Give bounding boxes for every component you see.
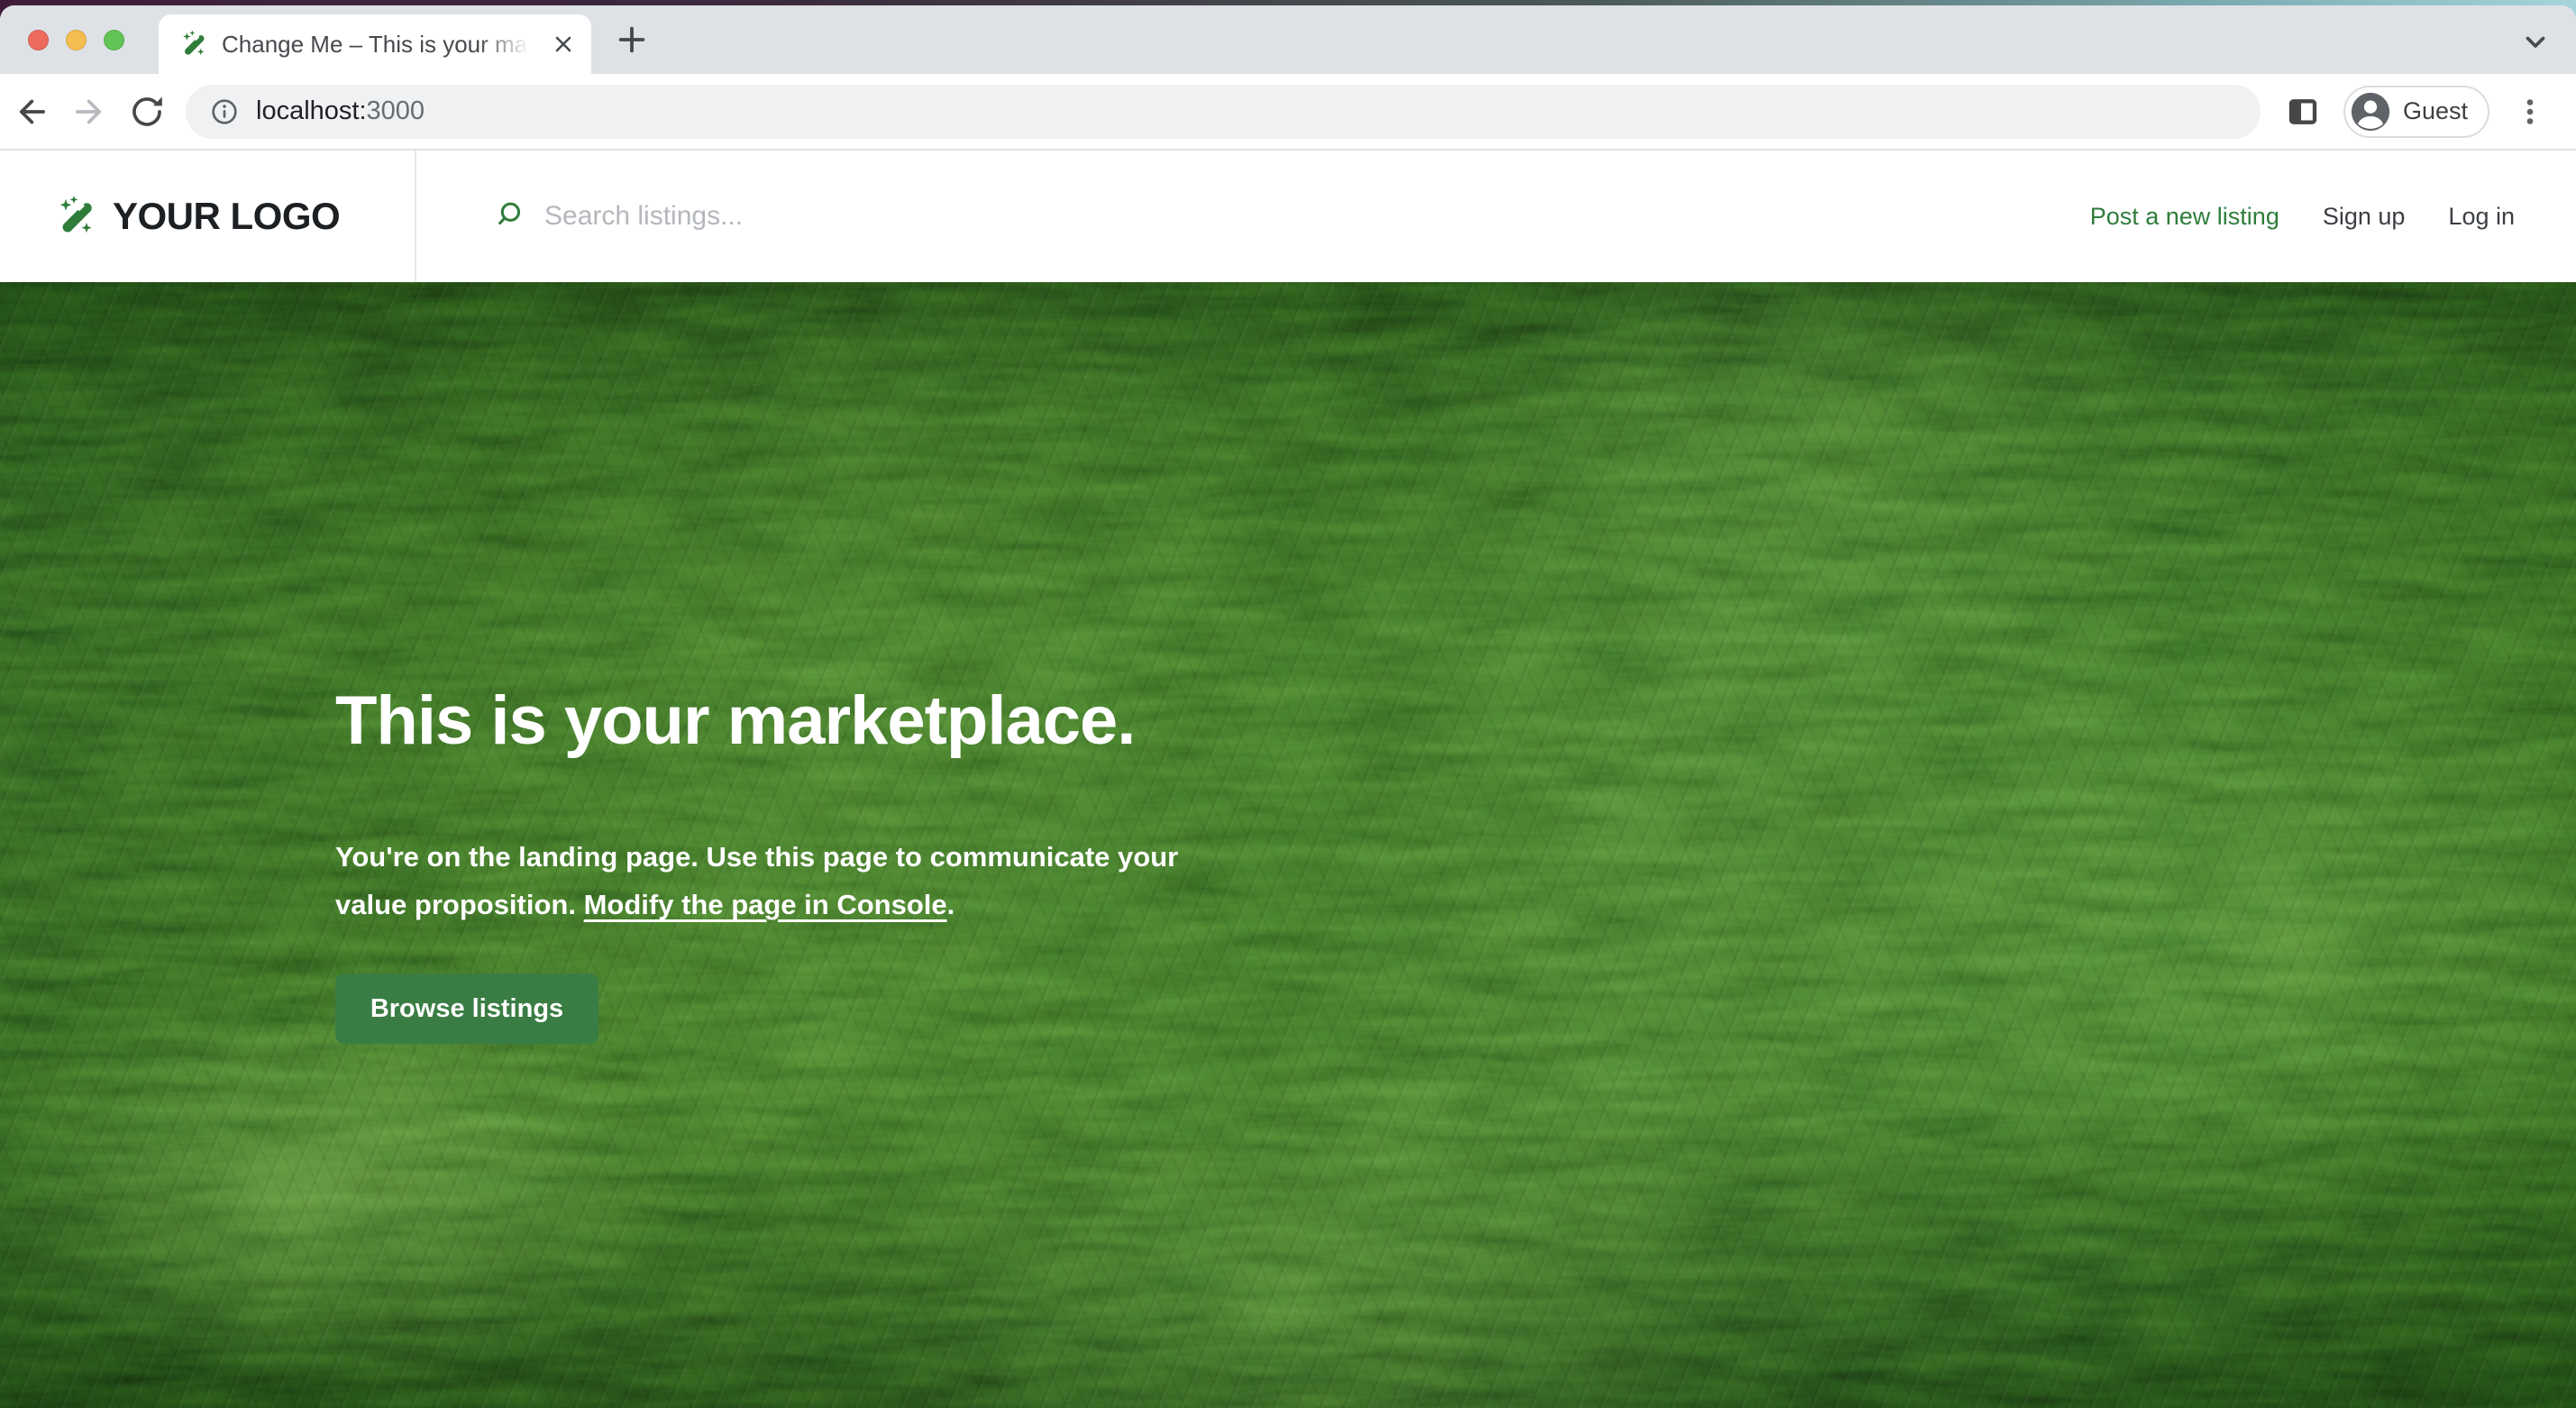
browser-toolbar: localhost:3000 Guest (0, 74, 2576, 151)
tab-close-icon[interactable] (548, 29, 579, 59)
chevron-down-icon (2520, 27, 2551, 58)
search-icon (496, 200, 528, 233)
tab-title: Change Me – This is your marketplace (222, 31, 535, 59)
back-button[interactable] (9, 89, 54, 134)
window-close-button[interactable] (28, 30, 49, 50)
logo-text: YOUR LOGO (113, 195, 340, 238)
traffic-lights (0, 30, 124, 50)
window-zoom-button[interactable] (104, 30, 124, 50)
avatar-icon (2350, 91, 2391, 133)
logo-link[interactable]: YOUR LOGO (0, 151, 416, 282)
side-panel-icon (2285, 94, 2321, 130)
back-arrow-icon (13, 93, 50, 131)
header-nav: Post a new listing Sign up Log in (2090, 151, 2576, 282)
browser-menu-button[interactable] (2507, 89, 2553, 134)
url-host: localhost: (256, 96, 367, 125)
modify-page-console-link[interactable]: Modify the page in Console (584, 889, 947, 920)
forward-button[interactable] (67, 89, 112, 134)
forward-arrow-icon (70, 93, 108, 131)
profile-button[interactable]: Guest (2343, 86, 2489, 138)
hero-body: You're on the landing page. Use this pag… (335, 833, 1250, 928)
plus-icon (615, 23, 649, 57)
window-minimize-button[interactable] (66, 30, 87, 50)
search-bar (416, 151, 2090, 282)
url-text: localhost:3000 (256, 96, 425, 126)
tab-search-chevron-button[interactable] (2517, 23, 2554, 61)
toolbar-right-cluster: Guest (2280, 86, 2553, 138)
search-input[interactable] (544, 201, 1121, 232)
browse-listings-button[interactable]: Browse listings (335, 974, 598, 1044)
browser-window: Change Me – This is your marketplace (0, 5, 2576, 1408)
hero-title: This is your marketplace. (335, 685, 2576, 757)
hero-section: This is your marketplace. You're on the … (0, 282, 2576, 1408)
profile-label: Guest (2403, 97, 2468, 125)
logo-magic-wand-icon (56, 195, 99, 238)
screenshot-root: { "browser": { "tab": { "title": "Change… (0, 0, 2576, 1408)
hero-body-suffix: . (947, 889, 955, 920)
hero-content: This is your marketplace. You're on the … (0, 282, 2576, 1044)
browser-tab[interactable]: Change Me – This is your marketplace (159, 14, 591, 74)
log-in-link[interactable]: Log in (2448, 203, 2515, 231)
reload-icon (128, 93, 166, 131)
favicon-magic-wand-icon (180, 30, 209, 59)
url-port: 3000 (367, 96, 425, 125)
site-header: YOUR LOGO Post a new listing Sign up Log… (0, 151, 2576, 282)
kebab-menu-icon (2514, 96, 2546, 128)
new-tab-button[interactable] (611, 19, 653, 60)
tab-strip: Change Me – This is your marketplace (0, 5, 2576, 74)
post-new-listing-link[interactable]: Post a new listing (2090, 203, 2279, 231)
address-bar[interactable]: localhost:3000 (186, 85, 2261, 139)
reload-button[interactable] (124, 89, 169, 134)
side-panel-button[interactable] (2280, 89, 2325, 134)
info-icon[interactable] (209, 96, 240, 127)
sign-up-link[interactable]: Sign up (2323, 203, 2406, 231)
